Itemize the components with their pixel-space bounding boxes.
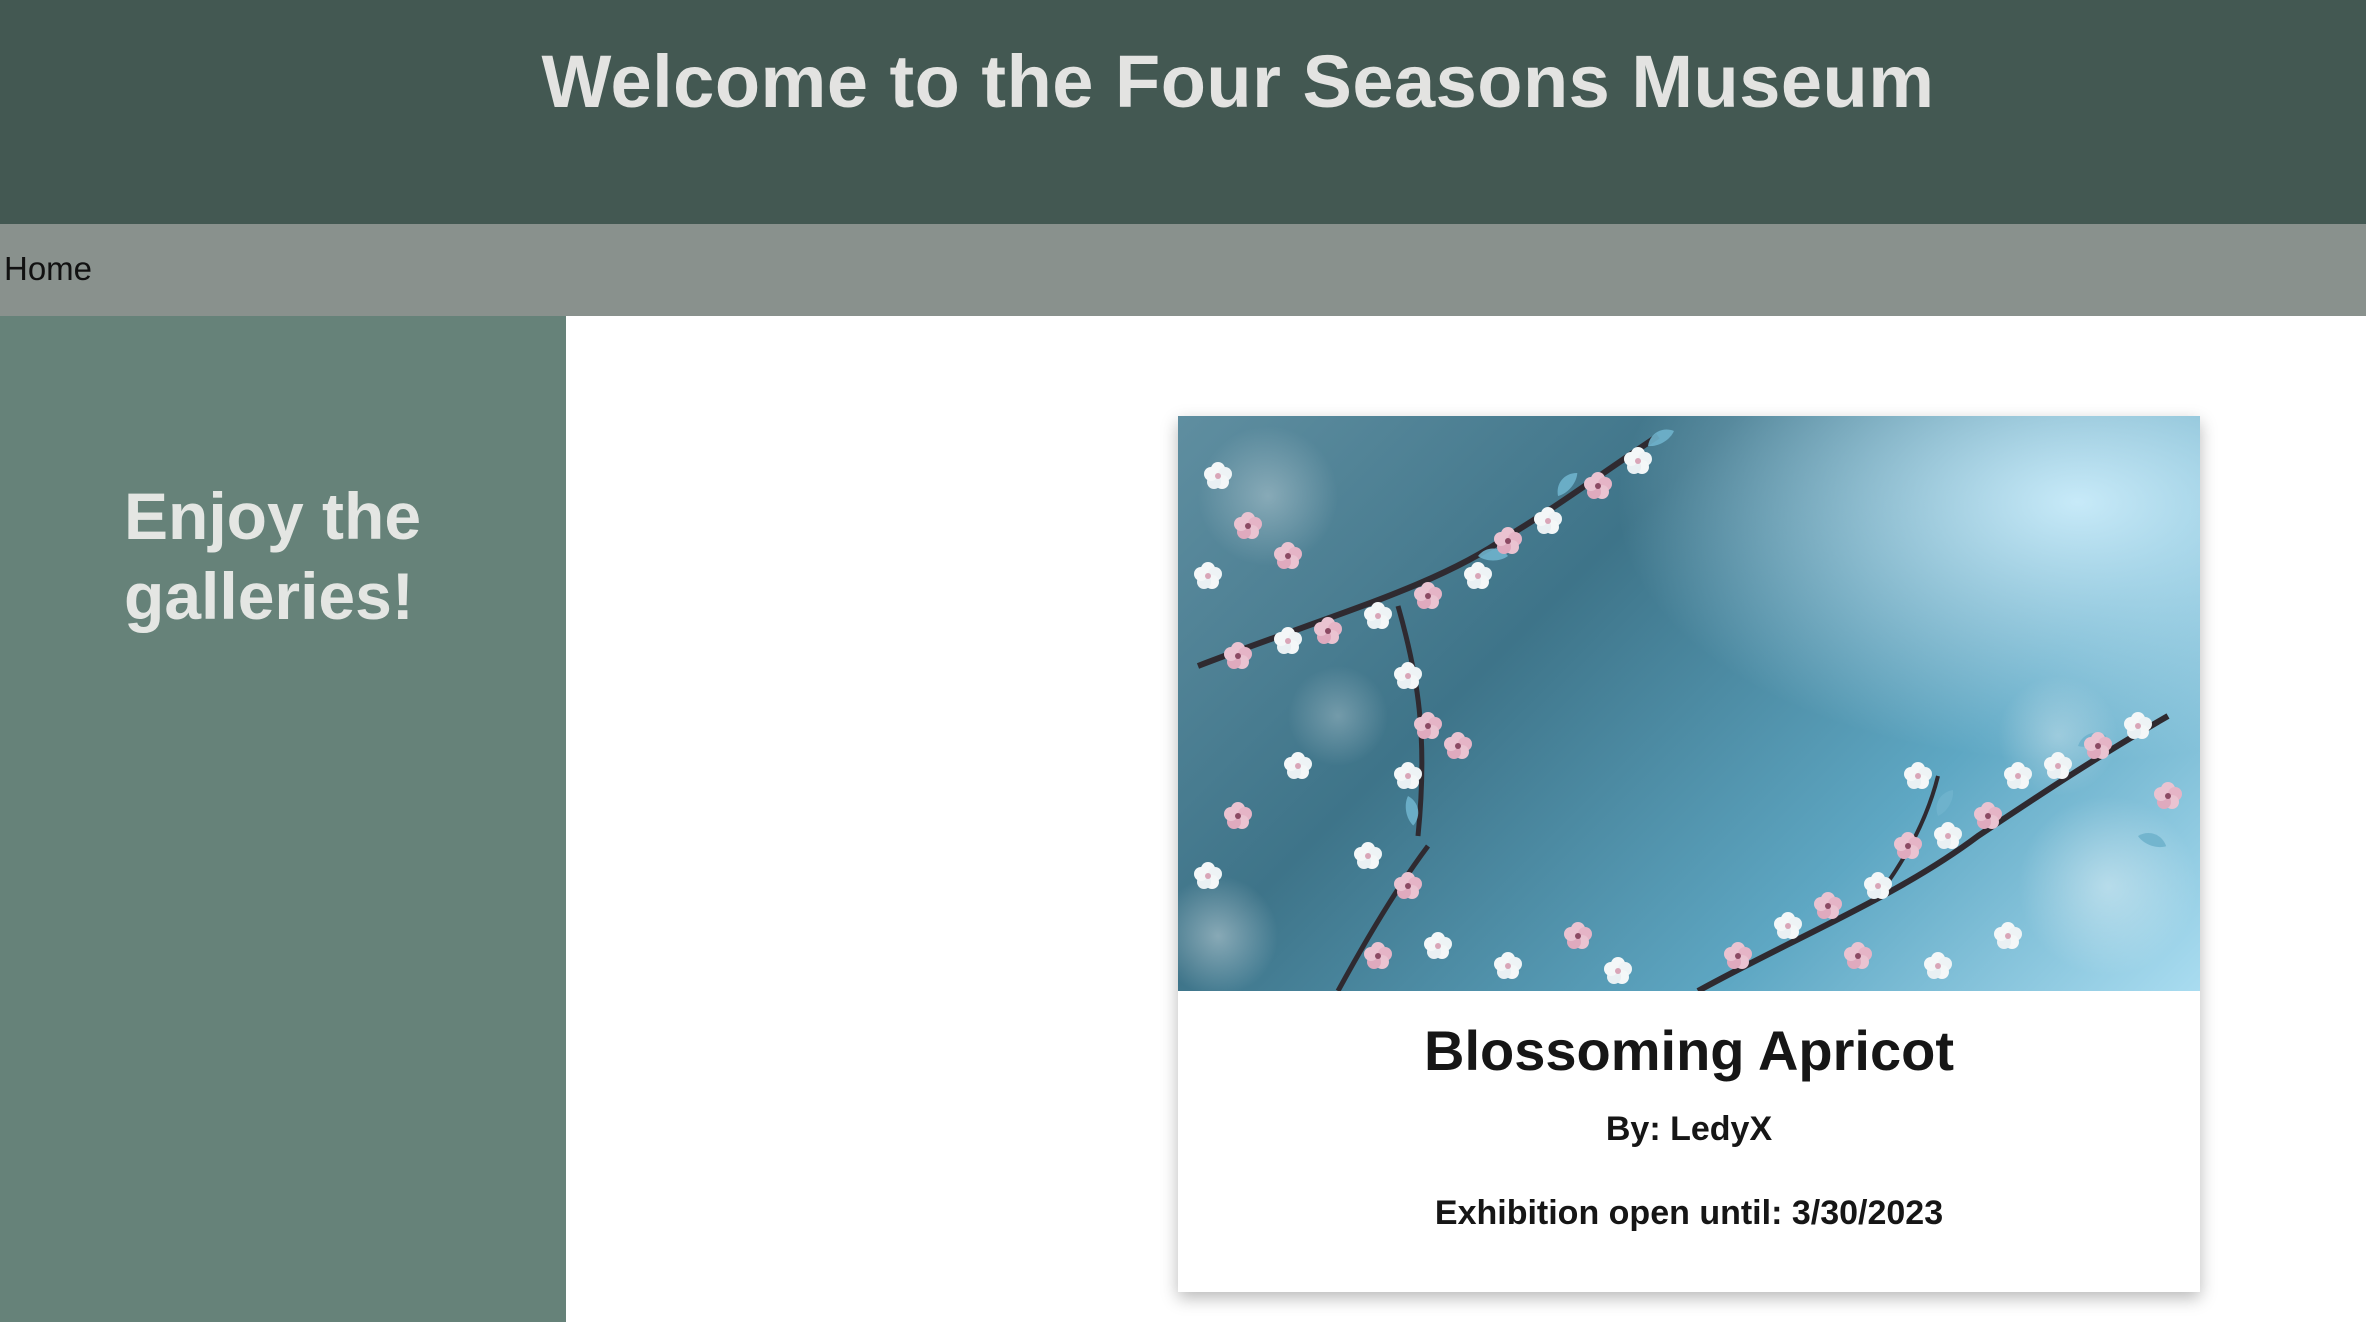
blossom-illustration — [1178, 416, 2200, 991]
navigation-bar: Home — [0, 224, 2366, 316]
page-title: Welcome to the Four Seasons Museum — [541, 40, 1935, 123]
nav-home-link[interactable]: Home — [4, 246, 92, 292]
artwork-title: Blossoming Apricot — [1424, 1019, 1954, 1082]
sidebar-tagline: Enjoy the galleries! — [124, 479, 422, 633]
gallery-artwork-image[interactable] — [1178, 416, 2200, 991]
artwork-author: By: LedyX — [1605, 1110, 1773, 1148]
gallery-card[interactable]: Blossoming Apricot By: LedyX Exhibition … — [1178, 416, 2200, 1292]
sidebar: Enjoy the galleries! — [0, 316, 566, 1322]
main-content: Blossoming Apricot By: LedyX Exhibition … — [566, 316, 2366, 1322]
site-header: Welcome to the Four Seasons Museum — [0, 0, 2366, 224]
exhibition-date: Exhibition open until: 3/30/2023 — [1434, 1194, 1944, 1232]
